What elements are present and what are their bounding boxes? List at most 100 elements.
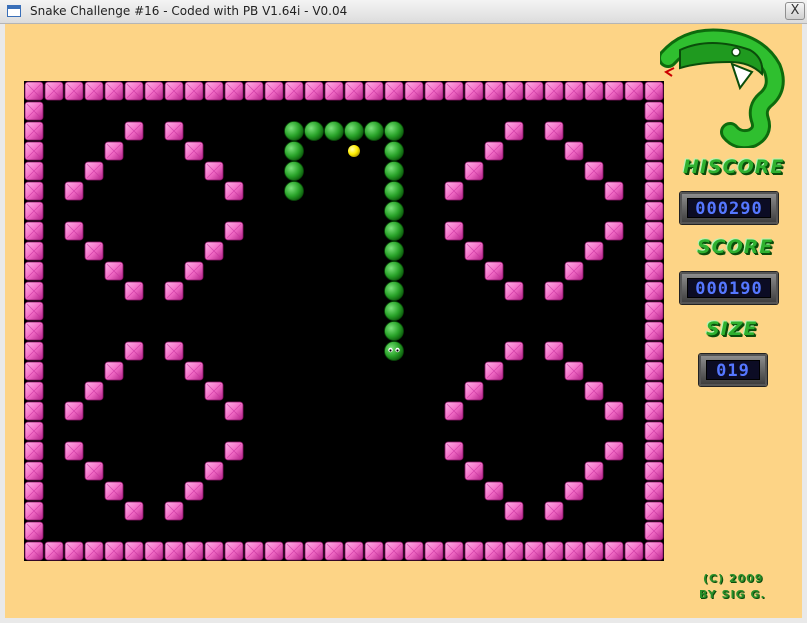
snake-segment — [384, 301, 404, 321]
obstacle-block — [464, 461, 484, 481]
border-wall-block — [584, 541, 604, 561]
obstacle-block — [224, 181, 244, 201]
snake-segment — [284, 181, 304, 201]
obstacle-block — [84, 241, 104, 261]
border-wall-block — [84, 81, 104, 101]
border-wall-block — [644, 361, 664, 381]
border-wall-block — [444, 81, 464, 101]
obstacle-block — [444, 401, 464, 421]
border-wall-block — [644, 341, 664, 361]
obstacle-block — [84, 161, 104, 181]
obstacle-block — [184, 141, 204, 161]
window-frame-bottom — [0, 618, 807, 623]
border-wall-block — [524, 81, 544, 101]
obstacle-block — [124, 281, 144, 301]
credit-author: BY SIG G. — [699, 588, 766, 601]
border-wall-block — [24, 181, 44, 201]
obstacle-block — [504, 341, 524, 361]
border-wall-block — [644, 221, 664, 241]
obstacle-block — [204, 461, 224, 481]
border-wall-block — [24, 261, 44, 281]
border-wall-block — [644, 521, 664, 541]
border-wall-block — [24, 161, 44, 181]
border-wall-block — [64, 81, 84, 101]
hiscore-display: 000290 — [680, 192, 778, 224]
border-wall-block — [164, 541, 184, 561]
obstacle-block — [204, 161, 224, 181]
border-wall-block — [464, 541, 484, 561]
snake-layer — [284, 121, 404, 361]
snake-segment — [384, 241, 404, 261]
food-pellet — [348, 145, 360, 157]
border-wall-block — [644, 441, 664, 461]
border-wall-block — [24, 541, 44, 561]
obstacle-block — [544, 341, 564, 361]
snake-segment — [384, 221, 404, 241]
border-wall-block — [644, 261, 664, 281]
obstacle-block — [84, 381, 104, 401]
snake-segment — [384, 181, 404, 201]
obstacle-block — [104, 481, 124, 501]
border-wall-block — [24, 241, 44, 261]
border-wall-block — [644, 381, 664, 401]
obstacle-block — [184, 261, 204, 281]
snake-pupil — [389, 349, 392, 352]
border-wall-block — [644, 481, 664, 501]
snake-segment — [384, 261, 404, 281]
obstacle-block — [564, 261, 584, 281]
obstacle-block — [464, 381, 484, 401]
border-wall-block — [344, 541, 364, 561]
food-layer — [348, 145, 360, 157]
border-wall-block — [204, 541, 224, 561]
snake-segment — [284, 121, 304, 141]
border-wall-block — [404, 541, 424, 561]
obstacle-block — [604, 401, 624, 421]
snake-segment — [384, 281, 404, 301]
snake-head — [384, 341, 404, 361]
snake-segment — [384, 121, 404, 141]
border-wall-block — [644, 301, 664, 321]
border-wall-block — [24, 481, 44, 501]
border-wall-block — [44, 81, 64, 101]
border-wall-block — [244, 81, 264, 101]
border-wall-block — [644, 181, 664, 201]
obstacle-block — [164, 281, 184, 301]
border-wall-block — [564, 81, 584, 101]
border-wall-block — [24, 381, 44, 401]
border-wall-block — [24, 101, 44, 121]
size-value: 019 — [716, 361, 750, 381]
obstacle-block — [484, 481, 504, 501]
border-wall-block — [644, 321, 664, 341]
obstacle-block — [564, 481, 584, 501]
border-wall-block — [204, 81, 224, 101]
score-display: 000190 — [680, 272, 778, 304]
border-wall-block — [24, 521, 44, 541]
snake-segment — [344, 121, 364, 141]
border-wall-block — [644, 201, 664, 221]
obstacle-block — [584, 461, 604, 481]
border-wall-block — [564, 541, 584, 561]
close-button[interactable]: X — [785, 2, 805, 20]
border-wall-block — [284, 81, 304, 101]
snake-segment — [384, 201, 404, 221]
obstacle-block — [124, 501, 144, 521]
border-wall-block — [544, 541, 564, 561]
border-wall-block — [24, 461, 44, 481]
game-board[interactable] — [24, 81, 664, 561]
snake-segment — [304, 121, 324, 141]
obstacle-block — [444, 441, 464, 461]
score-value: 000190 — [695, 279, 763, 299]
snake-segment — [284, 141, 304, 161]
obstacle-block — [84, 461, 104, 481]
border-wall-block — [164, 81, 184, 101]
snake-segment — [384, 321, 404, 341]
border-wall-block — [384, 541, 404, 561]
border-wall-block — [424, 81, 444, 101]
walls-layer — [24, 81, 664, 561]
obstacle-block — [204, 381, 224, 401]
border-wall-block — [104, 81, 124, 101]
snake-logo — [660, 28, 785, 148]
border-wall-block — [364, 81, 384, 101]
border-wall-block — [504, 81, 524, 101]
border-wall-block — [644, 461, 664, 481]
